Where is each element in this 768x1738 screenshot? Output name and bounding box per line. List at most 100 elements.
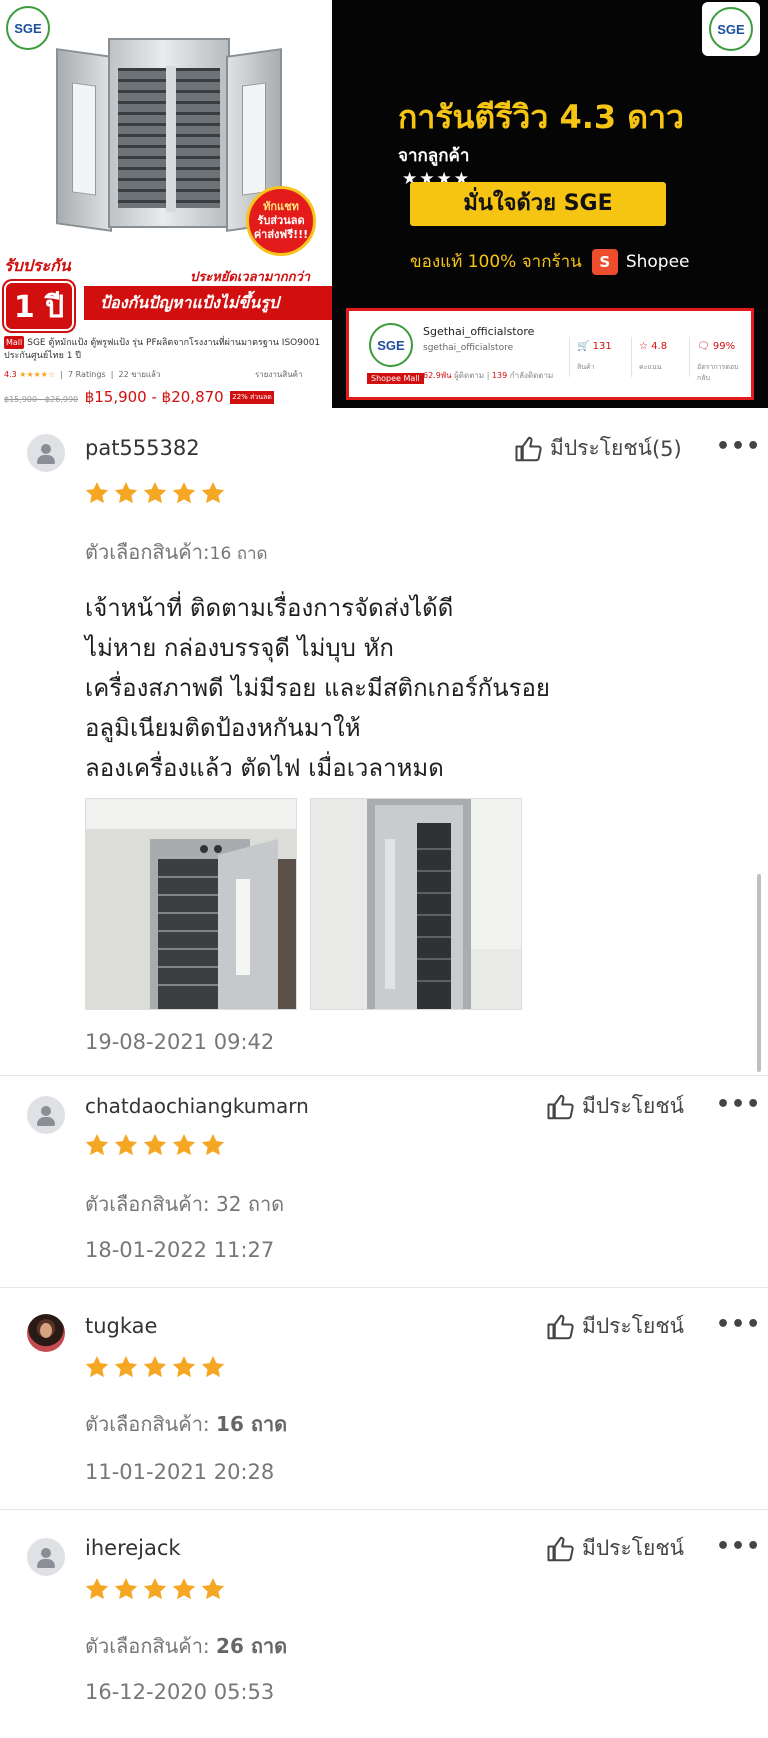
comment-line: ลองเครื่องแล้ว ตัดไฟ เมื่อเวลาหมด [85,754,444,782]
store-rating-label: คะแนน [639,363,662,371]
review-comment: เจ้าหน้าที่ ติดตามเรื่องการจัดส่งได้ดี ไ… [0,588,768,798]
thumbs-up-icon [547,1094,574,1119]
default-avatar[interactable] [27,1096,65,1134]
scrollbar[interactable] [757,874,761,1072]
review-username[interactable]: pat555382 [85,436,200,460]
variation-label: ตัวเลือกสินค้า: [85,1412,210,1436]
helpful-button[interactable]: มีประโยชน์ [546,1090,684,1123]
products-label: สินค้า [577,363,595,371]
product-rating: 4.3 [4,370,17,379]
followers-count: 62.9พัน [423,371,452,380]
sge-logo: SGE [6,6,50,50]
helpful-label: มีประโยชน์ [550,436,652,460]
star-icon [201,481,225,504]
variation-label: ตัวเลือกสินค้า: [85,1634,210,1658]
old-price: ฿15,900 - ฿26,990 [4,395,79,404]
variation-text: ตัวเลือกสินค้า: 32 ถาด [85,1188,284,1220]
promo-line-1: ทักแชท [263,200,299,213]
helpful-label: มีประโยชน์ [582,1536,684,1560]
sge-logo-text: SGE [14,20,42,36]
helpful-button[interactable]: มีประโยชน์ [546,1532,684,1565]
helpful-button[interactable]: มีประโยชน์ [546,1310,684,1343]
star-icon [143,1133,167,1156]
guarantee-title: การันตีรีวิว 4.3 ดาว [398,98,684,136]
chat-icon: 🗨 [697,341,710,352]
proofing-cabinet-image [108,38,230,228]
review-date: 16-12-2020 05:53 [85,1680,275,1704]
more-options-icon[interactable]: ••• [716,1312,761,1337]
helpful-button[interactable]: มีประโยชน์ (5) [514,432,682,465]
product-banner: SGE ทักแชท รับส่วนลด ค่าส่งฟรี!!! รับประ… [0,0,768,412]
sold-count: 22 [118,370,129,379]
promo-badge: ทักแชท รับส่วนลด ค่าส่งฟรี!!! [246,186,316,256]
save-time-tag: ประหยัดเวลามากกว่า [190,270,311,285]
review-item: chatdaochiangkumarn มีประโยชน์ ••• ตัวเล… [0,1076,768,1296]
star-icon [114,1577,138,1600]
thumbs-up-icon [547,1314,574,1339]
review-username[interactable]: tugkae [85,1314,157,1338]
store-handle: sgethai_officialstore [423,343,514,353]
star-outline-icon: ☆ [639,341,648,352]
warranty-badge: รับประกัน 1 ปี [4,254,86,331]
authentic-text: ของแท้ 100% จากร้าน [410,252,582,272]
promo-line-2: รับส่วนลด [257,214,305,227]
comment-line: ไม่หาย กล่องบรรจุดี ไม่บุบ หัก [85,634,394,662]
followers-label: ผู้ติดตาม [454,371,485,380]
store-name: Sgethai_officialstore [423,325,535,338]
star-icon [201,1577,225,1600]
ratings-label: Ratings [75,370,106,379]
star-icon [172,1577,196,1600]
rating-stars [84,480,229,506]
following-count: 139 [491,371,508,380]
helpful-label: มีประโยชน์ [582,1094,684,1118]
star-icon [114,1133,138,1156]
product-title-text: SGE ตู้หมักแป้ง ตู้พรูฟแป้ง รุ่น PFผลิตจ… [4,338,321,361]
star-icon [172,481,196,504]
user-photo-avatar[interactable] [27,1314,65,1352]
variation-label: ตัวเลือกสินค้า: [85,1192,210,1216]
store-rating: 4.8 [651,341,668,352]
cart-icon: 🛒 [577,341,590,352]
variation-value: 26 ถาด [216,1634,288,1658]
rating-stars [84,1132,229,1158]
more-options-icon[interactable]: ••• [716,434,761,459]
cabinet-left-door [56,48,112,232]
star-icon [85,1133,109,1156]
chat-rate-label: อัตราการตอบกลับ [697,363,739,382]
shopee-mall-tag: Shopee Mall [367,373,424,384]
sge-logo-box: SGE [702,2,760,56]
default-avatar[interactable] [27,434,65,472]
variation-text: ตัวเลือกสินค้า: 26 ถาด [85,1630,287,1662]
product-price: ฿15,900 - ฿26,990 ฿15,900 - ฿20,870 22% … [4,388,274,406]
sold-label: ขายแล้ว [131,370,161,379]
banner-product-panel: SGE ทักแชท รับส่วนลด ค่าส่งฟรี!!! รับประ… [0,0,332,408]
review-username[interactable]: chatdaochiangkumarn [85,1094,309,1118]
report-link[interactable]: รายงานสินค้า [255,370,303,379]
comment-line: เจ้าหน้าที่ ติดตามเรื่องการจัดส่งได้ดี [85,594,454,622]
star-icon [85,481,109,504]
sge-logo-text: SGE [717,21,745,37]
more-options-icon[interactable]: ••• [716,1534,761,1559]
benefit-strip: ป้องกันปัญหาแป้งไม่ขึ้นรูป [84,286,332,320]
store-products-stat: 🛒 131 สินค้า [577,341,612,373]
variation-text: ตัวเลือกสินค้า:16 ถาด [85,536,268,568]
star-icon [85,1577,109,1600]
comment-line: อลูมิเนียมติดป้องหกันมาให้ [85,714,361,742]
ratings-count: 7 [68,370,74,379]
review-photo[interactable] [85,798,297,1010]
review-username[interactable]: iherejack [85,1536,181,1560]
variation-value: 32 ถาด [216,1192,285,1216]
rating-stars [84,1354,229,1380]
default-avatar[interactable] [27,1538,65,1576]
chat-rate: 99% [712,341,736,352]
review-photo[interactable] [310,798,522,1010]
review-item: pat555382 มีประโยชน์ (5) ••• ตัวเลือกสินค… [0,412,768,1076]
sge-logo: SGE [709,7,753,51]
star-icon [172,1133,196,1156]
review-date: 19-08-2021 09:42 [85,1030,275,1054]
star-icon [143,1577,167,1600]
star-icon [143,1355,167,1378]
warranty-years: 1 ปี [4,281,74,331]
more-options-icon[interactable]: ••• [716,1092,761,1117]
variation-value: 16 ถาด [216,1412,288,1436]
